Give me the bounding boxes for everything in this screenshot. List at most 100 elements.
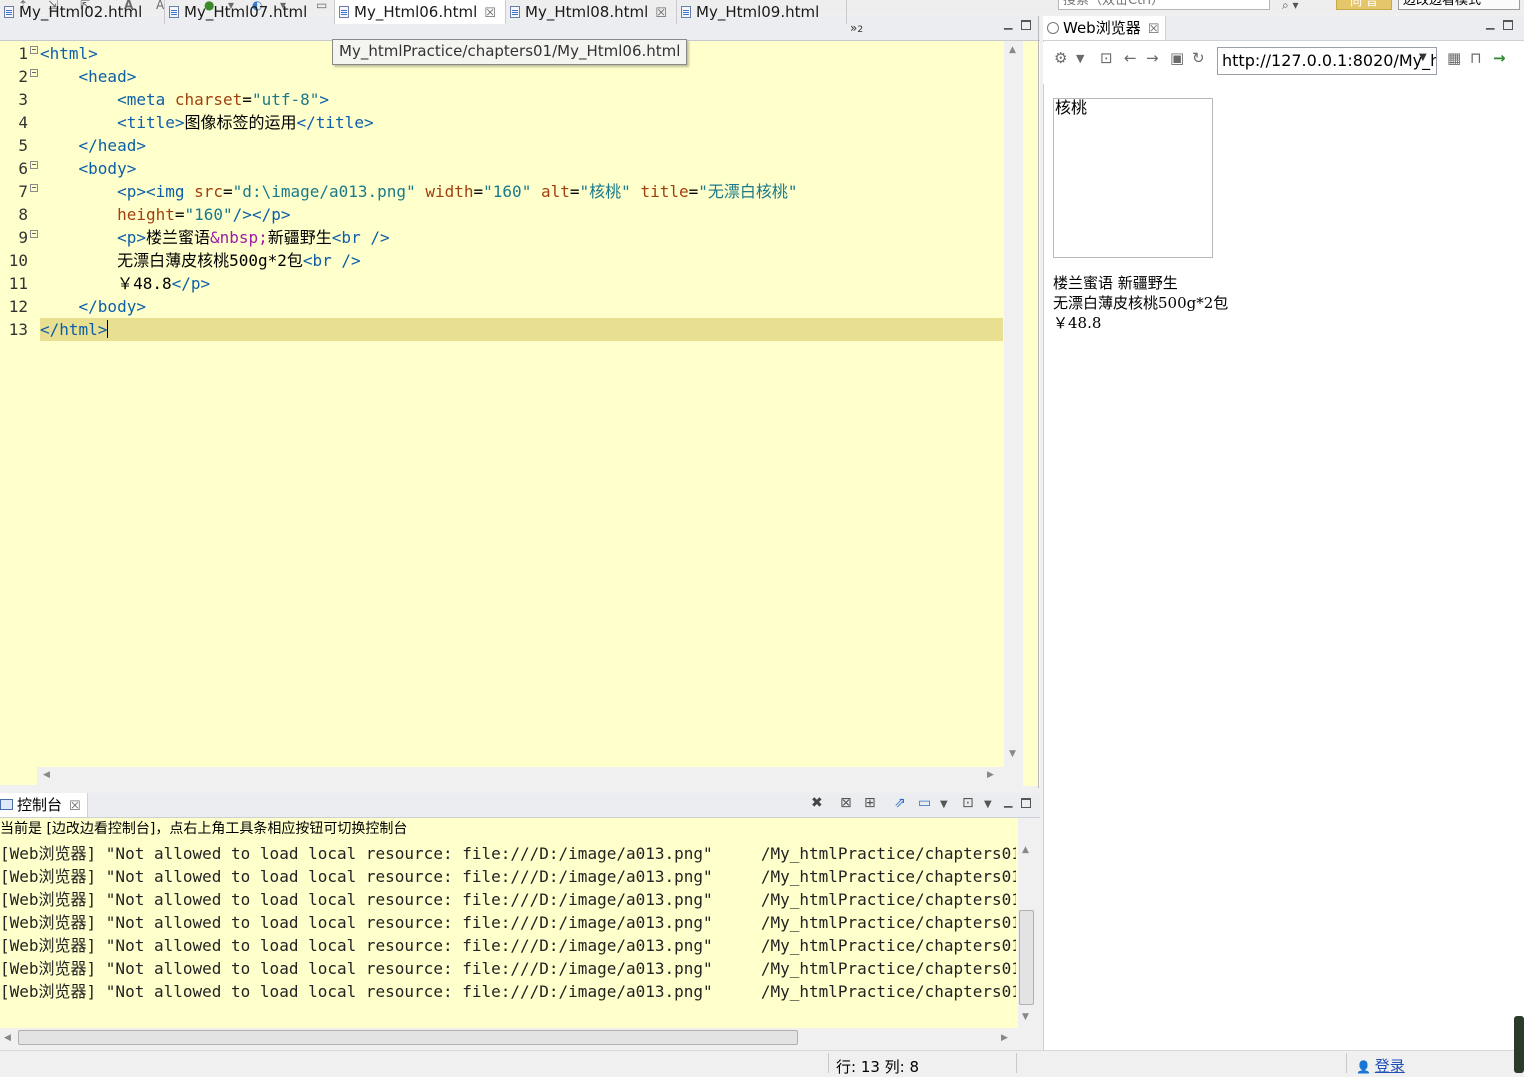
code-token: alt bbox=[540, 182, 570, 201]
line-number: 4 bbox=[18, 113, 28, 132]
scroll-right-icon[interactable]: ▶ bbox=[987, 770, 994, 780]
code-token: "160" bbox=[184, 205, 233, 224]
code-line[interactable]: height="160"/></p> bbox=[40, 203, 1003, 226]
tab-my-html09[interactable]: My_Html09.html bbox=[677, 0, 847, 24]
tab-my-html07[interactable]: My_Html07.html bbox=[165, 0, 335, 24]
clear-console-icon[interactable]: ✖ bbox=[811, 795, 823, 811]
lock-icon[interactable]: ⊓ bbox=[1470, 49, 1482, 67]
code-line[interactable]: <p>楼兰蜜语&nbsp;新疆野生<br /> bbox=[40, 226, 1003, 249]
code-line[interactable]: <meta charset="utf-8"> bbox=[40, 88, 1003, 111]
fold-toggle-icon[interactable] bbox=[30, 184, 38, 192]
code-line[interactable]: ￥48.8</p> bbox=[40, 272, 1003, 295]
stop-icon[interactable]: ▣ bbox=[1170, 49, 1184, 67]
maximize-icon[interactable] bbox=[1021, 798, 1031, 811]
globe-icon bbox=[1047, 22, 1059, 34]
close-icon[interactable]: ☒ bbox=[69, 799, 81, 814]
console-scroll-thumb[interactable] bbox=[1019, 910, 1034, 1005]
login-label[interactable]: 登录 bbox=[1375, 1057, 1405, 1075]
tab-label: Web浏览器 bbox=[1063, 19, 1141, 37]
product-desc-line: 无漂白薄皮核桃500g*2包 bbox=[1053, 294, 1229, 312]
scroll-right-icon[interactable]: ▶ bbox=[1001, 1033, 1008, 1043]
html-file-icon bbox=[681, 6, 691, 18]
scroll-up-icon[interactable]: ▲ bbox=[1009, 45, 1016, 55]
fold-toggle-icon[interactable] bbox=[30, 46, 38, 54]
minimize-icon[interactable]: ▁ bbox=[1004, 796, 1012, 808]
code-line[interactable]: <head> bbox=[40, 65, 1003, 88]
editor-horizontal-scrollbar[interactable]: ◀ ▶ bbox=[37, 767, 1003, 785]
console-line: [Web浏览器] "Not allowed to load local reso… bbox=[0, 936, 1016, 955]
mode-select[interactable]: 边改边看模式 bbox=[1398, 0, 1520, 10]
chevron-down-icon[interactable]: ▼ bbox=[984, 799, 992, 810]
console-line: [Web浏览器] "Not allowed to load local reso… bbox=[0, 890, 1016, 909]
qr-code-icon[interactable]: ▦ bbox=[1447, 49, 1461, 67]
code-line[interactable]: <p><img src="d:\image/a013.png" width="1… bbox=[40, 180, 1003, 203]
run-button[interactable]: 同 音 bbox=[1336, 0, 1392, 10]
fold-toggle-icon[interactable] bbox=[30, 230, 38, 238]
remove-launch-icon[interactable]: ⊠ bbox=[840, 795, 852, 811]
tab-my-html08[interactable]: My_Html08.html ☒ bbox=[506, 0, 677, 24]
scroll-corner bbox=[1004, 767, 1023, 785]
gear-icon[interactable]: ⚙ bbox=[1054, 49, 1067, 67]
scroll-down-icon[interactable]: ▼ bbox=[1022, 1012, 1029, 1022]
code-token: "无漂白核桃" bbox=[698, 182, 798, 201]
console-line: [Web浏览器] "Not allowed to load local reso… bbox=[0, 867, 1016, 886]
code-line[interactable]: </head> bbox=[40, 134, 1003, 157]
code-token: <p><img bbox=[117, 182, 195, 201]
minimize-icon[interactable]: ▁ bbox=[1004, 18, 1012, 30]
close-icon[interactable]: ☒ bbox=[484, 6, 496, 21]
url-input[interactable]: http://127.0.0.1:8020/My_htmlPractice/ch… bbox=[1217, 47, 1437, 75]
code-editor[interactable]: 1 <html> 2 <head> 3 <meta charset="utf-8"> 4… bbox=[0, 41, 1004, 767]
code-line[interactable]: </html> bbox=[40, 318, 1003, 341]
search-input[interactable]: 搜索（双击Ctrl） bbox=[1058, 0, 1270, 10]
tab-my-html06[interactable]: My_Html06.html ☒ bbox=[335, 0, 506, 24]
console-horizontal-thumb[interactable] bbox=[18, 1030, 798, 1045]
search-icon[interactable]: ⌕ ▾ bbox=[1282, 0, 1299, 13]
panel-divider[interactable] bbox=[1038, 16, 1039, 788]
code-line[interactable]: <body> bbox=[40, 157, 1003, 180]
code-token: </body> bbox=[78, 297, 146, 316]
close-icon[interactable]: ☒ bbox=[655, 6, 667, 21]
scroll-down-icon[interactable]: ▼ bbox=[1009, 749, 1016, 759]
maximize-icon[interactable] bbox=[1503, 20, 1513, 33]
pin-console-icon[interactable]: ⇗ bbox=[894, 795, 906, 811]
open-console-icon[interactable]: ⊡ bbox=[962, 795, 974, 811]
editor-vertical-scrollbar[interactable]: ▲ ▼ bbox=[1004, 41, 1023, 767]
scroll-left-icon[interactable]: ◀ bbox=[4, 1033, 11, 1043]
line-number: 13 bbox=[8, 320, 28, 339]
chevron-down-icon[interactable]: ▼ bbox=[940, 799, 948, 810]
code-line[interactable]: </body> bbox=[40, 295, 1003, 318]
remove-all-icon[interactable]: ⊞ bbox=[864, 795, 876, 811]
tab-console[interactable]: 控制台 ☒ bbox=[0, 793, 88, 817]
code-token: = bbox=[174, 205, 185, 224]
chevron-down-icon[interactable]: ▼ bbox=[1419, 52, 1427, 63]
back-arrow-icon[interactable]: ← bbox=[1124, 49, 1137, 67]
terminal-icon[interactable]: ⊡ bbox=[1100, 49, 1113, 67]
fold-toggle-icon[interactable] bbox=[30, 69, 38, 77]
scroll-left-icon[interactable]: ◀ bbox=[43, 770, 50, 780]
close-icon[interactable]: ☒ bbox=[1148, 22, 1160, 37]
display-console-icon[interactable]: ▭ bbox=[918, 795, 931, 811]
chevron-down-icon[interactable]: ▼ bbox=[1076, 52, 1084, 65]
code-line[interactable]: 无漂白薄皮核桃500g*2包<br /> bbox=[40, 249, 1003, 272]
html-file-icon bbox=[339, 6, 349, 18]
tab-label: My_Html08.html bbox=[525, 3, 649, 21]
scroll-up-icon[interactable]: ▲ bbox=[1022, 845, 1029, 855]
tab-my-html02[interactable]: My_Html02.html bbox=[0, 0, 165, 24]
go-arrow-icon[interactable]: → bbox=[1493, 49, 1506, 67]
refresh-icon[interactable]: ↻ bbox=[1192, 49, 1205, 67]
code-token: <br /> bbox=[331, 228, 390, 247]
tab-web-browser[interactable]: Web浏览器 ☒ bbox=[1043, 16, 1167, 40]
code-token: width bbox=[425, 182, 474, 201]
forward-arrow-icon[interactable]: → bbox=[1146, 49, 1159, 67]
code-token: "160" bbox=[483, 182, 532, 201]
code-line[interactable]: <title>图像标签的运用</title> bbox=[40, 111, 1003, 134]
broken-image bbox=[1053, 98, 1213, 258]
code-token: height bbox=[117, 205, 175, 224]
code-token: "核桃" bbox=[579, 182, 631, 201]
fold-toggle-icon[interactable] bbox=[30, 161, 38, 169]
tab-overflow-button[interactable]: »2 bbox=[850, 16, 863, 42]
maximize-icon[interactable] bbox=[1021, 20, 1031, 33]
minimize-icon[interactable]: ▁ bbox=[1486, 18, 1494, 30]
